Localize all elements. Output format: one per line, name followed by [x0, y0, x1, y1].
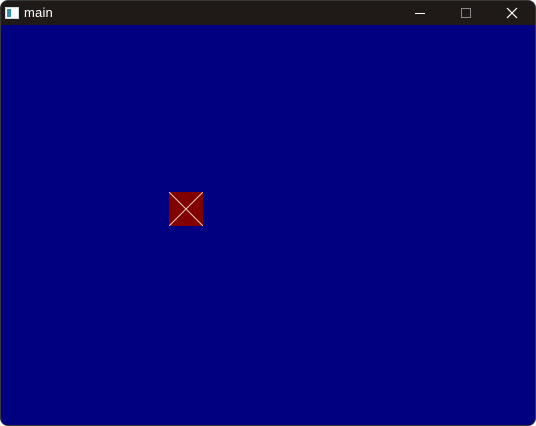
- render-canvas[interactable]: [1, 25, 535, 425]
- app-window: main: [0, 0, 536, 426]
- app-icon[interactable]: [5, 7, 19, 19]
- title-bar[interactable]: main: [1, 1, 535, 25]
- close-icon: [506, 7, 518, 19]
- minimize-button[interactable]: [397, 1, 443, 25]
- maximize-button[interactable]: [443, 1, 489, 25]
- maximize-icon: [461, 8, 471, 18]
- close-button[interactable]: [489, 1, 535, 25]
- minimize-icon: [415, 13, 425, 14]
- crossed-square-icon: [169, 192, 203, 226]
- window-title: main: [24, 5, 53, 20]
